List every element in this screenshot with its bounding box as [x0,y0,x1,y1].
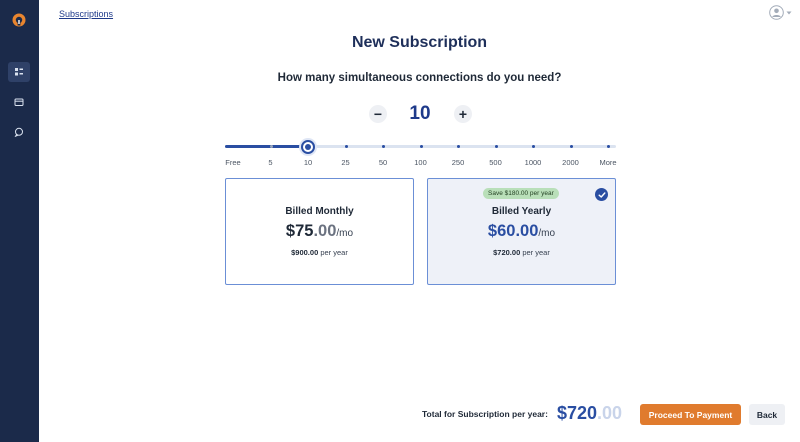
card-icon [14,98,24,106]
slider-tick-label: More [599,158,617,167]
plan-yearly-total: $900.00 per year [226,248,413,257]
price-period: /mo [538,228,556,239]
back-button[interactable]: Back [749,404,785,425]
slider-tick-dot[interactable] [269,145,273,148]
total-amount: $720.00 [557,403,622,424]
plan-title: Billed Monthly [285,206,354,217]
sidebar [0,0,39,442]
slider-tick-dot[interactable] [569,145,573,148]
slider-tick-label: 500 [489,158,502,167]
slider-tick-label: 1000 [524,158,542,167]
proceed-to-payment-button[interactable]: Proceed To Payment [640,404,741,425]
slider-tick-dot[interactable] [607,145,610,148]
slider-tick-dot[interactable] [457,145,460,148]
connections-stepper: − 10 + [367,102,475,126]
price-cents: .00 [313,222,337,240]
slider-tick-label: 5 [268,158,273,167]
connections-slider[interactable] [225,140,616,154]
year-suffix: per year [520,248,550,257]
slider-tick-label: 100 [414,158,427,167]
breadcrumb-subscriptions[interactable]: Subscriptions [59,9,113,19]
sidebar-item-billing[interactable] [8,92,30,112]
price-whole: $60 [487,222,516,240]
price-whole: $75 [285,222,314,240]
page-title: New Subscription [351,34,488,51]
slider-tick-label: 2000 [562,158,579,167]
plan-title: Billed Yearly [491,206,552,217]
slider-fill [225,145,308,148]
year-amount: $900.00 [291,248,319,257]
year-suffix: per year [318,248,348,257]
total-label: Total for Subscription per year: [422,409,548,419]
user-menu[interactable] [769,5,792,20]
price-cents: .00 [515,222,539,240]
year-amount: $720.00 [493,248,521,257]
slider-tick-label: 250 [451,158,465,167]
savings-badge: Save $180.00 per year [483,188,559,199]
price-period: /mo [336,228,354,239]
plan-card-monthly[interactable]: Billed Monthly $75.00/mo $900.00 per yea… [225,178,414,285]
chat-icon [14,127,23,137]
app-logo-icon[interactable] [11,12,27,28]
connections-value: 10 [409,103,431,124]
total-cents: .00 [597,403,623,423]
connections-question: How many simultaneous connections do you… [277,72,562,84]
sidebar-item-dashboard[interactable] [8,62,30,82]
chevron-down-icon [786,11,792,14]
plan-yearly-total: $720.00 per year [428,248,615,257]
increment-button[interactable]: + [454,105,472,123]
user-avatar-icon [769,5,784,20]
plan-price: $60.00/mo [428,222,615,241]
slider-tick-dot[interactable] [532,145,535,148]
dashboard-icon [15,68,23,76]
sidebar-item-support[interactable] [8,122,30,142]
plan-price: $75.00/mo [226,222,413,241]
slider-tick-dot[interactable] [419,145,423,148]
slider-tick-dot[interactable] [344,145,348,148]
plan-card-yearly[interactable]: Save $180.00 per year Billed Yearly $60.… [427,178,616,285]
slider-tick-dot[interactable] [382,145,385,148]
slider-tick-label: 25 [341,158,350,167]
slider-thumb[interactable] [301,140,315,154]
check-circle-icon [595,188,608,201]
slider-tick-dot[interactable] [494,145,498,148]
decrement-button[interactable]: − [369,105,387,123]
slider-tick-label: 10 [303,158,313,167]
slider-tick-label: Free [225,158,241,167]
total-whole: $720 [557,403,598,423]
slider-tick-label: 50 [378,158,388,167]
